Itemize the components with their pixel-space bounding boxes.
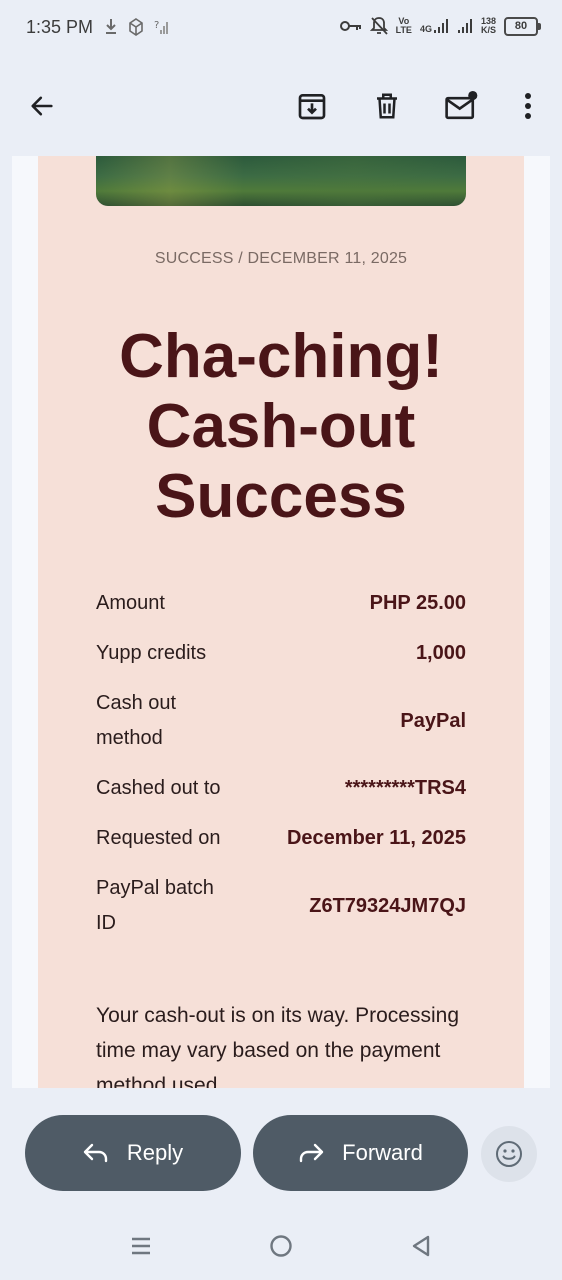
email-toolbar — [0, 58, 562, 154]
forward-icon — [299, 1143, 324, 1163]
signal-icon-2 — [457, 19, 472, 33]
archive-button[interactable] — [294, 88, 330, 124]
status-time: 1:35 PM — [26, 17, 94, 37]
svg-text:?: ? — [154, 20, 159, 31]
forward-button[interactable]: Forward — [253, 1115, 468, 1191]
signal-icon-1 — [433, 19, 448, 33]
vpn-key-icon — [339, 21, 361, 31]
home-circle-icon — [270, 1235, 292, 1257]
reply-icon — [83, 1143, 108, 1163]
mark-unread-icon — [445, 90, 478, 120]
detail-row-method: Cash out method PayPal — [96, 692, 466, 749]
recent-apps-button[interactable] — [127, 1232, 155, 1260]
battery-indicator: 80 — [504, 16, 541, 36]
delete-icon — [377, 93, 397, 119]
reply-action-bar: Reply Forward — [0, 1088, 562, 1208]
status-date-line: SUCCESS / DECEMBER 11, 2025 — [154, 250, 408, 267]
email-card: SUCCESS / DECEMBER 11, 2025 Cha-ching! C… — [38, 156, 524, 1088]
detail-row-amount: Amount PHP 25.00 — [96, 592, 466, 614]
mark-unread-button[interactable] — [443, 88, 479, 124]
network-type: 4G — [419, 24, 432, 34]
email-message: Your cash-out is on its way. Processing … — [96, 1004, 460, 1088]
reply-button[interactable]: Reply — [25, 1115, 241, 1191]
detail-row-credits: Yupp credits 1,000 — [96, 642, 466, 664]
hero-image — [96, 156, 466, 206]
smiley-icon — [496, 1141, 522, 1167]
status-bar: 1:35 PM ? Vo LTE 4G 138 K/S 80 — [0, 0, 562, 58]
back-arrow-icon — [31, 96, 53, 116]
back-triangle-icon — [412, 1235, 430, 1257]
delete-button[interactable] — [369, 88, 405, 124]
headline: Cha-ching! Cash-out Success — [119, 322, 443, 531]
reply-label: Reply — [126, 1140, 184, 1165]
more-vert-icon — [525, 93, 531, 119]
download-icon — [106, 19, 116, 34]
system-back-button[interactable] — [407, 1232, 435, 1260]
network-speed: 138 K/S — [480, 16, 496, 35]
detail-row-batch-id: PayPal batch ID Z6T79324JM7QJ — [96, 877, 466, 934]
emoji-reaction-button[interactable] — [481, 1126, 537, 1182]
system-nav-bar — [0, 1208, 562, 1280]
signal-question-icon: ? — [154, 20, 168, 34]
volte-indicator: Vo LTE — [395, 16, 412, 35]
cashout-details: Amount PHP 25.00 Yupp credits 1,000 Cash… — [96, 586, 466, 956]
forward-label: Forward — [342, 1140, 423, 1165]
cube-icon — [129, 18, 143, 36]
home-button[interactable] — [267, 1232, 295, 1260]
detail-row-requested-on: Requested on December 11, 2025 — [96, 827, 466, 849]
back-button[interactable] — [24, 88, 60, 124]
notifications-off-icon — [369, 17, 388, 35]
detail-row-cashed-out-to: Cashed out to *********TRS4 — [96, 777, 466, 799]
menu-lines-icon — [132, 1237, 150, 1255]
archive-icon — [298, 93, 326, 120]
more-options-button[interactable] — [510, 88, 546, 124]
email-body-frame[interactable]: SUCCESS / DECEMBER 11, 2025 Cha-ching! C… — [12, 156, 550, 1088]
